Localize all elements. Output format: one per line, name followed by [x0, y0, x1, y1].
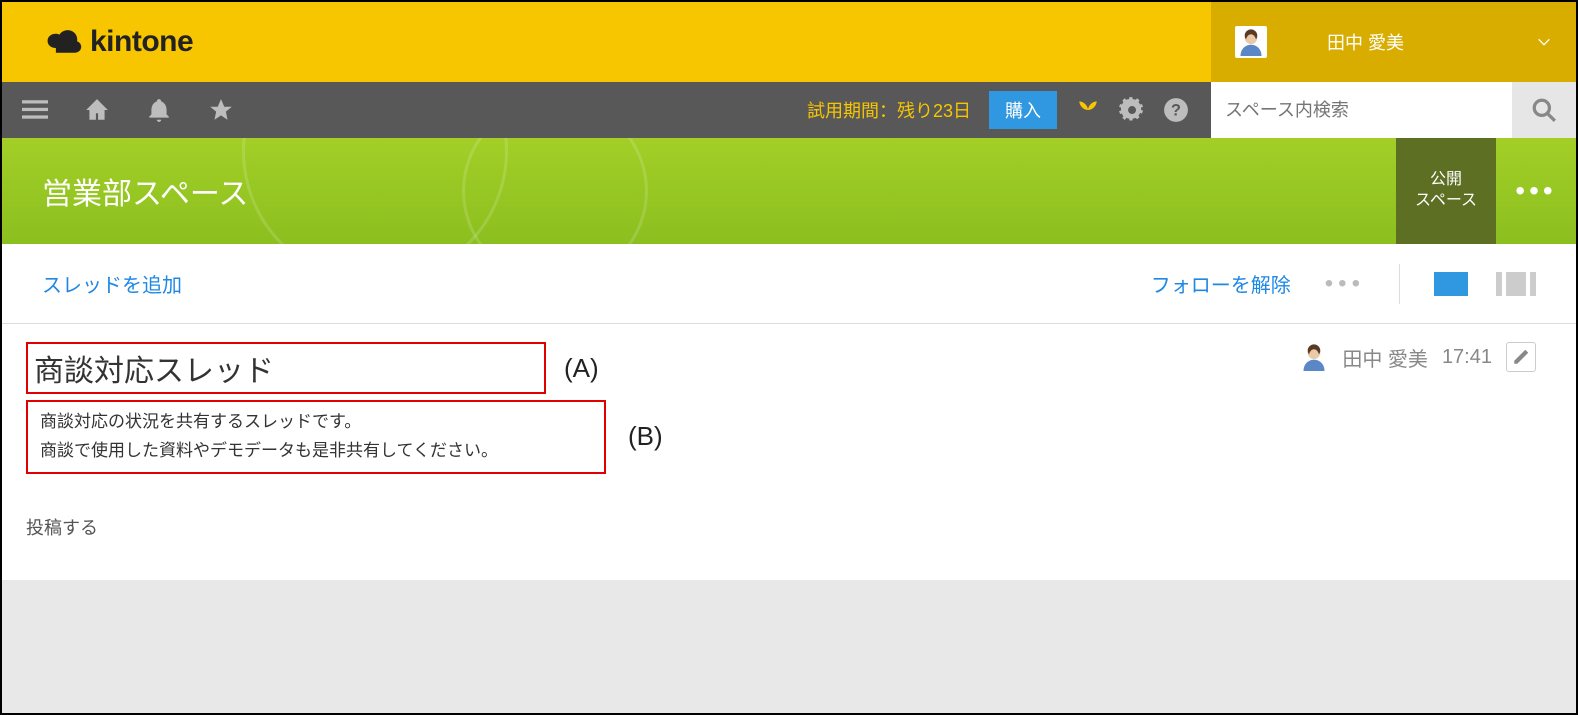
- compose-area[interactable]: 投稿する: [26, 514, 1536, 540]
- help-icon[interactable]: ?: [1163, 97, 1189, 123]
- thread-desc-box: 商談対応の状況を共有するスレッドです。 商談で使用した資料やデモデータも是非共有…: [26, 400, 606, 474]
- space-title: 営業部スペース: [42, 169, 248, 213]
- visibility-line1: 公開: [1430, 170, 1462, 191]
- desc-line2: 商談で使用した資料やデモデータも是非共有してください。: [40, 437, 592, 466]
- search-button[interactable]: [1512, 82, 1576, 138]
- visibility-badge: 公開 スペース: [1396, 138, 1496, 244]
- thread-title: 商談対応スレッド: [34, 355, 274, 388]
- nav-bar: 試用期間：残り23日 購入 ?: [2, 82, 1576, 138]
- brand-name: kintone: [90, 25, 193, 59]
- thread-more-button[interactable]: •••: [1325, 270, 1365, 298]
- action-row: スレッドを追加 フォローを解除 •••: [2, 244, 1576, 324]
- pencil-icon: [1512, 348, 1530, 366]
- desc-line1: 商談対応の状況を共有するスレッドです。: [40, 408, 592, 437]
- user-panel[interactable]: 田中 愛美: [1211, 2, 1576, 82]
- visibility-line2: スペース: [1415, 191, 1477, 212]
- search-icon: [1531, 97, 1557, 123]
- buy-button[interactable]: 購入: [989, 91, 1057, 129]
- annotation-b: (B): [628, 421, 663, 452]
- search-input[interactable]: [1211, 100, 1512, 121]
- thread-time: 17:41: [1442, 346, 1492, 369]
- view-tile-button[interactable]: [1434, 272, 1468, 296]
- brand-logo[interactable]: kintone: [2, 25, 193, 59]
- svg-text:?: ?: [1171, 101, 1181, 119]
- thread-title-box: 商談対応スレッド: [26, 342, 546, 394]
- add-thread-link[interactable]: スレッドを追加: [42, 269, 182, 298]
- unfollow-link[interactable]: フォローを解除: [1151, 269, 1291, 298]
- edit-button[interactable]: [1506, 342, 1536, 372]
- star-icon[interactable]: [208, 97, 234, 123]
- top-bar: kintone 田中 愛美: [2, 2, 1576, 82]
- chevron-down-icon: [1536, 34, 1552, 50]
- user-name: 田中 愛美: [1327, 29, 1404, 55]
- space-more-button[interactable]: •••: [1496, 138, 1576, 244]
- sprout-icon[interactable]: [1075, 97, 1101, 123]
- home-icon[interactable]: [84, 97, 110, 123]
- thread-content: 商談対応スレッド (A) 田中 愛美 17:41 商談対応の状況を共有するスレッ…: [2, 324, 1576, 580]
- space-header: 営業部スペース 公開 スペース •••: [2, 138, 1576, 244]
- post-label: 投稿する: [26, 518, 98, 538]
- trial-text: 試用期間：残り23日: [807, 97, 971, 123]
- bell-icon[interactable]: [146, 97, 172, 123]
- gear-icon[interactable]: [1119, 97, 1145, 123]
- author-name: 田中 愛美: [1342, 343, 1428, 372]
- avatar: [1235, 26, 1267, 58]
- search-area: [1211, 82, 1576, 138]
- annotation-a: (A): [564, 353, 599, 384]
- divider: [1399, 264, 1400, 304]
- view-list-button[interactable]: [1496, 272, 1536, 296]
- cloud-icon: [44, 28, 82, 56]
- menu-icon[interactable]: [22, 97, 48, 123]
- author-avatar: [1300, 343, 1328, 371]
